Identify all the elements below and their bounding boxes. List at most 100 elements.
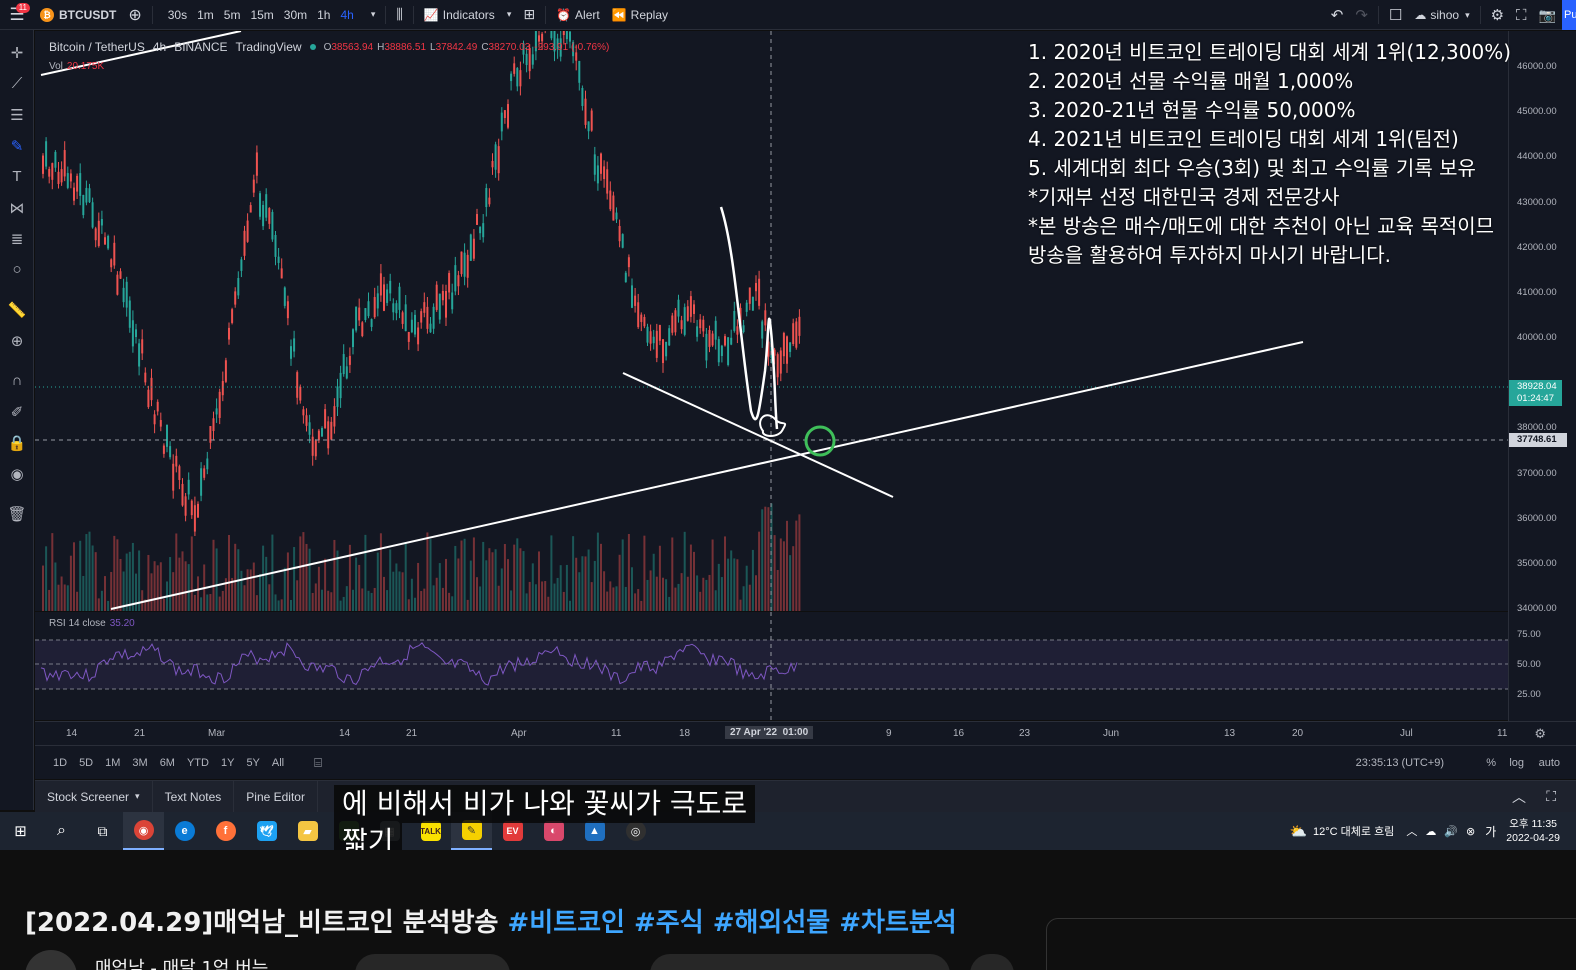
goto-date-icon[interactable]: ⌸ (314, 755, 322, 771)
crosshair-tool[interactable]: ✛ (0, 37, 34, 68)
candle-body (736, 326, 739, 335)
range-3m[interactable]: 3M (126, 757, 153, 769)
chevron-down-icon: ▾ (506, 9, 512, 19)
interval-30m[interactable]: 30m (279, 8, 312, 22)
tray-overflow-icon[interactable]: ︿ (1406, 823, 1417, 839)
range-ytd[interactable]: YTD (181, 757, 215, 769)
publish-button[interactable]: Pu (1562, 0, 1576, 30)
tab-stock-screener[interactable]: Stock Screener ▾ (35, 780, 153, 813)
hide-drawings-tool[interactable]: ◉ (0, 458, 34, 489)
fullscreen-button[interactable]: ⛶ (1510, 0, 1533, 30)
alert-button[interactable]: ⏰ Alert (550, 0, 606, 30)
range-6m[interactable]: 6M (154, 757, 181, 769)
range-5d[interactable]: 5D (73, 757, 99, 769)
percent-toggle[interactable]: % (1486, 757, 1496, 769)
search-button[interactable]: ⌕ (41, 812, 82, 850)
trendline-tool[interactable]: ⟋ (0, 68, 34, 99)
subscribe-button[interactable] (355, 954, 510, 970)
rsi-legend: RSI 14 close 35.20 (49, 618, 135, 629)
prediction-tool[interactable]: ≣ (0, 223, 34, 254)
interval-1m[interactable]: 1m (192, 8, 219, 22)
start-button[interactable]: ⊞ (0, 812, 41, 850)
volume-bar (720, 577, 723, 611)
log-toggle[interactable]: log (1509, 757, 1524, 769)
brush-tool[interactable]: ✎ (0, 130, 34, 161)
ime-indicator[interactable]: 가 (1485, 823, 1496, 840)
taskbar-bird-app[interactable]: 🕊 (246, 812, 287, 850)
hashtag-link[interactable]: #해외선물 (713, 908, 840, 938)
remove-drawings-tool[interactable]: 🗑 (0, 498, 34, 529)
tab-pine-editor[interactable]: Pine Editor (234, 780, 318, 813)
shapes-tool[interactable]: ○ (0, 254, 34, 285)
interval-15m[interactable]: 15m (245, 8, 278, 22)
lock-drawings-tool[interactable]: 🔒 (0, 427, 34, 458)
app-tray-icon[interactable]: ⊗ (1466, 825, 1475, 838)
maximize-panel-icon[interactable]: ⛶ (1546, 788, 1556, 805)
weather-text[interactable]: 12°C 대체로 흐림 (1313, 823, 1394, 839)
time-axis[interactable]: 14 21 Mar 14 21 Apr 11 18 9 16 23 Jun 13 20 Jul 11 27 A… (35, 721, 1576, 745)
more-actions-button[interactable] (970, 954, 1014, 970)
candle-body (63, 150, 66, 177)
indicators-button[interactable]: 📈 Indicators (418, 0, 501, 30)
compare-symbol-button[interactable]: ⊕ (122, 0, 147, 30)
like-dislike-button[interactable] (650, 954, 950, 970)
taskbar-explorer[interactable]: ▰ (287, 812, 328, 850)
chart-type-button[interactable]: ⫼ (390, 0, 408, 30)
channel-name[interactable]: 매억남 - 매달 1억 버는 (95, 954, 268, 970)
text-tool[interactable]: T (0, 161, 34, 192)
range-5y[interactable]: 5Y (240, 757, 265, 769)
interval-4h[interactable]: 4h (335, 8, 358, 22)
volume-bar (503, 544, 506, 611)
candle-body (565, 31, 568, 40)
auto-toggle[interactable]: auto (1539, 757, 1560, 769)
axis-settings-icon[interactable]: ⚙ (1534, 726, 1546, 742)
taskbar-edge[interactable]: e (164, 812, 205, 850)
symbol-search-button[interactable]: ₿ BTCUSDT (34, 0, 122, 30)
snapshot-button[interactable]: 📷 (1533, 0, 1562, 30)
taskbar-firefox[interactable]: f (205, 812, 246, 850)
hashtag-link[interactable]: #차트분석 (839, 908, 956, 938)
pattern-tool[interactable]: ⋈ (0, 192, 34, 223)
replay-button[interactable]: ⏪ Replay (606, 0, 674, 30)
hashtag-link[interactable]: #비트코인 (507, 908, 634, 938)
candle-body (423, 302, 426, 313)
save-layout-button[interactable]: ☁ sihoo ▾ (1408, 0, 1475, 30)
range-1d[interactable]: 1D (47, 757, 73, 769)
taskbar-chrome[interactable]: ◉ (123, 812, 164, 850)
channel-avatar[interactable] (25, 950, 77, 970)
volume-bar (736, 559, 739, 611)
task-view-button[interactable]: ⧉ (82, 812, 123, 850)
interval-5m[interactable]: 5m (219, 8, 246, 22)
volume-bar (162, 598, 165, 611)
interval-30s[interactable]: 30s (163, 8, 192, 22)
timezone-clock[interactable]: 23:35:13 (UTC+9) (1356, 757, 1444, 769)
undo-button[interactable]: ↶ (1325, 0, 1350, 30)
layout-button[interactable]: ☐ (1383, 0, 1408, 30)
volume-bar (286, 552, 289, 611)
volume-icon[interactable]: 🔊 (1444, 825, 1458, 838)
templates-button[interactable]: ⊞ (517, 0, 541, 30)
redo-button[interactable]: ↷ (1349, 0, 1374, 30)
interval-dropdown[interactable]: ▾ (365, 0, 382, 30)
magnet-tool[interactable]: ∩ (0, 365, 34, 396)
indicators-dropdown[interactable]: ▾ (501, 0, 518, 30)
fib-tool[interactable]: ☰ (0, 99, 34, 130)
zoom-tool[interactable]: ⊕ (0, 325, 34, 356)
collapse-panel-icon[interactable]: ︿ (1512, 787, 1526, 807)
range-all[interactable]: All (266, 757, 290, 769)
stay-drawing-tool[interactable]: ✐ (0, 396, 34, 427)
interval-1h[interactable]: 1h (312, 8, 335, 22)
range-1m[interactable]: 1M (99, 757, 126, 769)
main-menu-button[interactable]: ☰ 11 (0, 0, 34, 30)
tab-text-notes[interactable]: Text Notes (153, 780, 235, 813)
task-view-icon: ⧉ (97, 822, 108, 839)
rsi-chart[interactable] (35, 612, 1508, 720)
taskbar-clock[interactable]: 오후 11:35 2022-04-29 (1506, 817, 1560, 845)
rsi-pane[interactable]: RSI 14 close 35.20 (35, 612, 1508, 720)
hashtag-link[interactable]: #주식 (634, 908, 713, 938)
ruler-tool[interactable]: 📏 (0, 294, 34, 325)
network-icon[interactable]: ☁ (1425, 825, 1436, 838)
range-1y[interactable]: 1Y (215, 757, 240, 769)
settings-button[interactable]: ⚙ (1485, 0, 1510, 30)
candle-body (634, 295, 637, 306)
